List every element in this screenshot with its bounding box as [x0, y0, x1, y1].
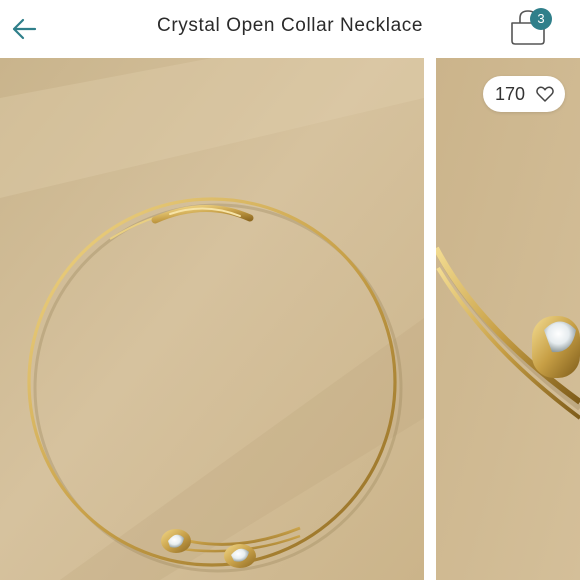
back-button[interactable] [8, 12, 42, 46]
product-photo-next[interactable] [436, 58, 580, 580]
arrow-left-icon [12, 18, 37, 40]
favorite-count: 170 [495, 84, 526, 104]
necklace-closeup-photo [436, 58, 580, 580]
necklace-photo [0, 58, 424, 580]
product-image-gallery[interactable] [0, 58, 580, 580]
top-nav-bar: Crystal Open Collar Necklace 3 [0, 0, 580, 58]
crystal-tip-right [224, 544, 256, 568]
favorite-button[interactable]: 170 [483, 76, 565, 112]
product-photo-main[interactable] [0, 58, 424, 580]
page-title: Crystal Open Collar Necklace [157, 15, 423, 36]
cart-count-badge: 3 [530, 8, 552, 30]
crystal-tip-left [161, 529, 191, 553]
heart-outline-icon [536, 86, 554, 102]
